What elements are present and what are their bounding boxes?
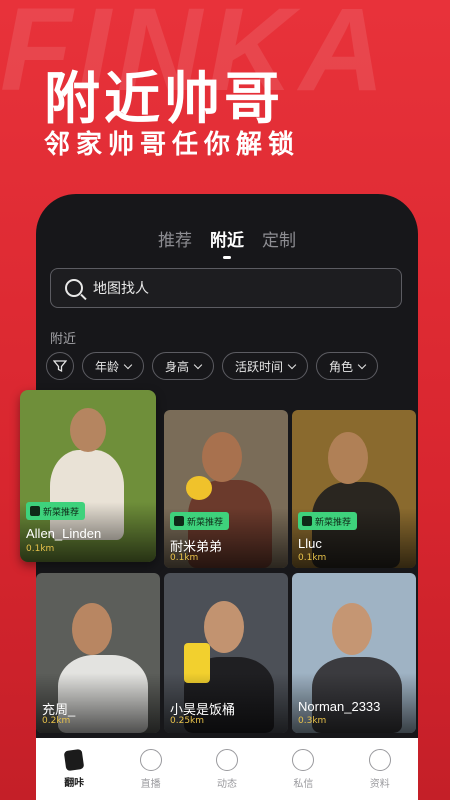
tab-recommend[interactable]: 推荐 bbox=[158, 226, 192, 251]
user-photo bbox=[202, 432, 242, 482]
nav-item-live[interactable]: 直播 bbox=[121, 748, 181, 790]
chat-icon bbox=[292, 748, 315, 771]
profile-icon bbox=[368, 748, 391, 771]
chevron-down-icon bbox=[287, 360, 297, 369]
filter-active-time[interactable]: 活跃时间 bbox=[222, 352, 309, 380]
tab-custom[interactable]: 定制 bbox=[262, 226, 296, 251]
map-search-bar[interactable]: 地图找人 bbox=[50, 268, 402, 308]
section-label: 附近 bbox=[50, 332, 77, 347]
user-card[interactable]: 新菜推荐 Allen_Linden 0.1km bbox=[20, 390, 156, 562]
user-card[interactable]: 小昊是饭桶 0.25km bbox=[164, 573, 288, 733]
filter-height[interactable]: 身高 bbox=[152, 352, 215, 380]
user-card[interactable]: 充周_ 0.2km bbox=[36, 573, 160, 733]
user-distance: 0.2km bbox=[42, 716, 71, 726]
user-badge-icon bbox=[174, 516, 184, 526]
user-card[interactable]: 新菜推荐 耐米弟弟 0.1km bbox=[164, 410, 288, 568]
bottom-nav: 翻咔 直播 动态 私信 资料 bbox=[36, 738, 418, 800]
user-distance: 0.3km bbox=[298, 716, 327, 726]
filter-label: 年龄 bbox=[95, 359, 120, 374]
duck-toy bbox=[186, 476, 212, 500]
nav-item-finka[interactable]: 翻咔 bbox=[44, 748, 104, 789]
user-badge-icon bbox=[30, 506, 40, 516]
user-photo bbox=[70, 408, 106, 452]
filter-label: 活跃时间 bbox=[235, 359, 284, 374]
user-name: Allen_Linden bbox=[26, 526, 102, 541]
new-user-badge: 新菜推荐 bbox=[170, 512, 230, 530]
badge-label: 新菜推荐 bbox=[187, 517, 224, 528]
user-card[interactable]: Norman_2333 0.3km bbox=[292, 573, 416, 733]
cards-icon bbox=[63, 748, 85, 771]
hero-subtitle: 邻家帅哥任你解锁 bbox=[44, 130, 301, 160]
user-photo bbox=[72, 603, 112, 655]
chevron-down-icon bbox=[123, 360, 133, 369]
filter-age[interactable]: 年龄 bbox=[82, 352, 145, 380]
funnel-icon bbox=[53, 360, 67, 373]
filter-button[interactable] bbox=[46, 352, 74, 380]
nav-label: 私信 bbox=[293, 778, 314, 790]
chevron-down-icon bbox=[357, 360, 367, 369]
top-tabs: 推荐 附近 定制 bbox=[36, 226, 418, 259]
filter-label: 身高 bbox=[165, 359, 190, 374]
badge-label: 新菜推荐 bbox=[315, 517, 352, 528]
user-name: Norman_2333 bbox=[298, 699, 381, 714]
user-badge-icon bbox=[302, 516, 312, 526]
user-distance: 0.25km bbox=[170, 716, 205, 726]
user-photo bbox=[332, 603, 372, 655]
play-icon bbox=[139, 748, 162, 771]
user-distance: 0.1km bbox=[26, 544, 55, 554]
nav-label: 资料 bbox=[369, 778, 390, 790]
nav-item-moments[interactable]: 动态 bbox=[197, 748, 257, 790]
compass-icon bbox=[215, 748, 238, 771]
nav-label: 翻咔 bbox=[64, 777, 85, 789]
chevron-down-icon bbox=[193, 360, 203, 369]
search-icon bbox=[65, 279, 83, 297]
filter-bar: 年龄 身高 活跃时间 角色 bbox=[46, 352, 379, 380]
search-text: 地图找人 bbox=[93, 281, 149, 297]
hero-title: 附近帅哥 bbox=[44, 67, 284, 132]
nav-label: 直播 bbox=[140, 778, 161, 790]
filter-label: 角色 bbox=[329, 359, 354, 374]
nav-label: 动态 bbox=[216, 778, 237, 790]
user-card[interactable]: 新菜推荐 Lluc 0.1km bbox=[292, 410, 416, 568]
filter-role[interactable]: 角色 bbox=[316, 352, 379, 380]
nav-item-profile[interactable]: 资料 bbox=[350, 748, 410, 790]
tab-nearby[interactable]: 附近 bbox=[210, 226, 244, 259]
nav-item-messages[interactable]: 私信 bbox=[273, 748, 333, 790]
new-user-badge: 新菜推荐 bbox=[26, 502, 86, 520]
new-user-badge: 新菜推荐 bbox=[298, 512, 358, 530]
user-name: Lluc bbox=[298, 536, 322, 551]
user-photo bbox=[328, 432, 368, 484]
user-distance: 0.1km bbox=[170, 553, 199, 563]
user-distance: 0.1km bbox=[298, 553, 327, 563]
user-photo bbox=[204, 601, 244, 653]
badge-label: 新菜推荐 bbox=[43, 507, 80, 518]
